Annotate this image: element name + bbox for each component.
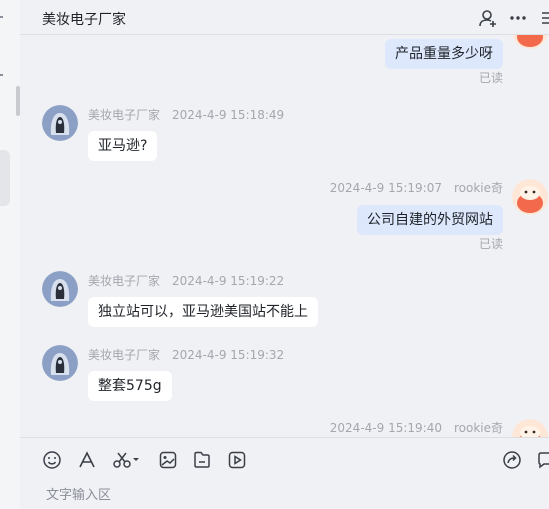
add-user-icon[interactable] [478,8,498,28]
sidebar-selected-item[interactable] [0,150,10,206]
message-time: 2024-4-9 15:19:40 [329,421,442,435]
avatar[interactable] [42,271,78,307]
file-icon[interactable] [192,450,212,470]
chat-window: 美妆电子厂家 产品重量多少呀 已读 美妆电子厂家 2024-4-9 15:18:4… [20,0,549,509]
sidebar-mark [0,74,3,76]
more-icon[interactable] [508,8,528,28]
composer: 文字输入区 [20,437,549,509]
menu-icon[interactable] [538,8,549,28]
message-bubble[interactable]: 整套575g [88,371,172,401]
read-status: 已读 [478,71,503,85]
video-icon[interactable] [227,450,247,470]
message-input[interactable]: 文字输入区 [46,484,111,503]
chat-icon[interactable] [536,450,549,470]
emoji-icon[interactable] [42,450,62,470]
avatar[interactable] [42,345,78,381]
chat-title: 美妆电子厂家 [42,12,126,28]
sidebar-strip [0,0,20,508]
message-meta: 美妆电子厂家 2024-4-9 15:19:32 [88,346,284,363]
message-meta: 2024-4-9 15:19:40 rookie奇 [330,419,503,436]
sender-name: 美妆电子厂家 [88,108,161,122]
message-bubble[interactable]: 产品重量多少呀 [385,39,503,69]
message-bubble[interactable]: 公司自建的外贸网站 [357,205,503,235]
message-time: 2024-4-9 15:19:22 [172,274,285,288]
sender-name: rookie奇 [453,181,503,195]
message-meta: 2024-4-9 15:19:07 rookie奇 [330,179,503,196]
sidebar-mark [0,16,3,18]
image-icon[interactable] [158,450,178,470]
message-meta: 美妆电子厂家 2024-4-9 15:18:49 [88,106,284,123]
message-time: 2024-4-9 15:18:49 [172,108,285,122]
message-time: 2024-4-9 15:19:07 [329,181,442,195]
scissors-icon[interactable] [112,450,142,470]
avatar[interactable] [512,179,548,215]
chat-header: 美妆电子厂家 [20,0,549,35]
sender-name: 美妆电子厂家 [88,274,161,288]
message-list[interactable]: 产品重量多少呀 已读 美妆电子厂家 2024-4-9 15:18:49 亚马逊? … [20,35,549,437]
message-bubble[interactable]: 亚马逊? [88,131,158,161]
message-meta: 美妆电子厂家 2024-4-9 15:19:22 [88,272,284,289]
avatar[interactable] [512,35,548,49]
message-bubble[interactable]: 独立站可以，亚马逊美国站不能上 [88,297,318,327]
sender-name: rookie奇 [453,421,503,435]
sender-name: 美妆电子厂家 [88,348,161,362]
avatar[interactable] [42,105,78,141]
share-icon[interactable] [502,450,522,470]
message-time: 2024-4-9 15:19:32 [172,348,285,362]
read-status: 已读 [478,237,503,251]
font-icon[interactable] [77,450,97,470]
avatar[interactable] [512,419,548,437]
